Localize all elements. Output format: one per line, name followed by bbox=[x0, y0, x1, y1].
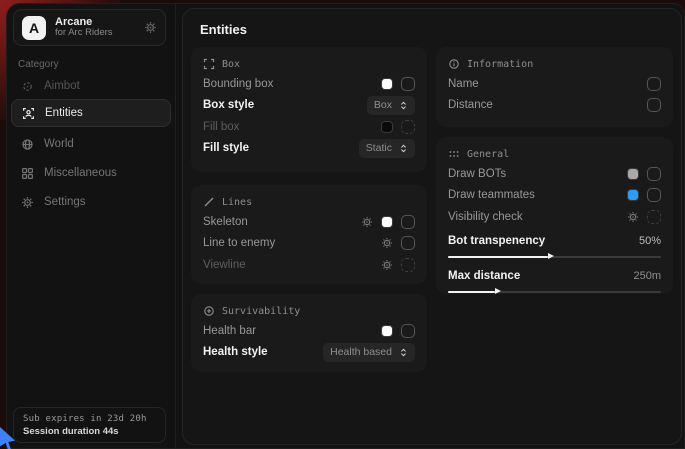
app-logo-card: A Arcane for Arc Riders bbox=[13, 9, 166, 46]
bot-transparency-slider-group: Bot transpenency 50% bbox=[448, 232, 661, 258]
row-fill-box: Fill box bbox=[203, 116, 415, 138]
health-style-dropdown[interactable]: Health based bbox=[323, 343, 415, 362]
sidebar-item-settings[interactable]: Settings bbox=[11, 188, 171, 216]
gear-icon[interactable] bbox=[381, 237, 393, 249]
sidebar-item-miscellaneous[interactable]: Miscellaneous bbox=[11, 159, 171, 187]
row-health-style: Health style Health based bbox=[203, 342, 415, 364]
slider-thumb[interactable] bbox=[548, 253, 554, 259]
panel-title: Survivability bbox=[222, 306, 300, 317]
bot-transparency-slider[interactable] bbox=[448, 256, 661, 258]
sidebar-item-label: World bbox=[44, 138, 74, 150]
color-swatch[interactable] bbox=[627, 168, 639, 180]
row-name: Name bbox=[448, 73, 661, 95]
panel-title: General bbox=[467, 149, 509, 160]
sidebar-item-aimbot[interactable]: Aimbot bbox=[11, 72, 171, 100]
color-swatch[interactable] bbox=[381, 325, 393, 337]
gear-icon[interactable] bbox=[361, 216, 373, 228]
gear-icon[interactable] bbox=[627, 211, 639, 223]
app-logo: A bbox=[22, 16, 46, 40]
max-distance-slider[interactable] bbox=[448, 291, 661, 293]
slider-label: Bot transpenency bbox=[448, 235, 545, 247]
row-line-to-enemy: Line to enemy bbox=[203, 233, 415, 255]
row-bounding-box: Bounding box bbox=[203, 73, 415, 95]
box-corners-icon bbox=[203, 58, 215, 70]
row-distance: Distance bbox=[448, 95, 661, 117]
sub-expiry-text: Sub expires in 23d 20h bbox=[23, 414, 156, 424]
row-draw-teammates: Draw teammates bbox=[448, 185, 661, 207]
row-visibility-check: Visibility check bbox=[448, 206, 661, 228]
slider-thumb[interactable] bbox=[495, 288, 501, 294]
name-checkbox[interactable] bbox=[647, 77, 661, 91]
color-swatch[interactable] bbox=[381, 78, 393, 90]
fill-box-checkbox[interactable] bbox=[401, 120, 415, 134]
skeleton-checkbox[interactable] bbox=[401, 215, 415, 229]
gear-icon[interactable] bbox=[144, 21, 157, 34]
color-swatch[interactable] bbox=[627, 189, 639, 201]
max-distance-slider-group: Max distance 250m bbox=[448, 267, 661, 293]
general-icon bbox=[448, 148, 460, 160]
color-swatch[interactable] bbox=[381, 216, 393, 228]
info-icon bbox=[448, 58, 460, 70]
gear-icon[interactable] bbox=[381, 259, 393, 271]
slider-value: 250m bbox=[633, 270, 661, 282]
panel-box: Box Bounding box Box style Box Fill box bbox=[191, 47, 427, 172]
slider-label: Max distance bbox=[448, 270, 520, 282]
main-content: Entities Box Bounding box Box style Box bbox=[182, 8, 682, 445]
app-window: A Arcane for Arc Riders Category Aimbot … bbox=[6, 3, 685, 449]
bounding-box-checkbox[interactable] bbox=[401, 77, 415, 91]
sidebar-item-label: Entities bbox=[45, 107, 83, 119]
chevron-updown-icon bbox=[399, 144, 408, 153]
survivability-icon bbox=[203, 305, 215, 317]
draw-bots-checkbox[interactable] bbox=[647, 167, 661, 181]
subscription-info-card: Sub expires in 23d 20h Session duration … bbox=[13, 407, 166, 443]
row-health-bar: Health bar bbox=[203, 320, 415, 342]
sidebar: A Arcane for Arc Riders Category Aimbot … bbox=[7, 4, 176, 448]
row-fill-style: Fill style Static bbox=[203, 138, 415, 160]
sidebar-item-label: Settings bbox=[44, 196, 86, 208]
grid-icon bbox=[21, 167, 34, 180]
entities-icon bbox=[22, 107, 35, 120]
sidebar-item-label: Aimbot bbox=[44, 80, 80, 92]
panel-title: Lines bbox=[222, 197, 252, 208]
app-tagline: for Arc Riders bbox=[55, 28, 135, 39]
distance-checkbox[interactable] bbox=[647, 98, 661, 112]
row-box-style: Box style Box bbox=[203, 95, 415, 117]
panel-title: Information bbox=[467, 59, 533, 70]
panel-general: General Draw BOTs Draw teammates Visibil… bbox=[436, 137, 673, 294]
health-bar-checkbox[interactable] bbox=[401, 324, 415, 338]
category-label: Category bbox=[18, 59, 59, 70]
panel-title: Box bbox=[222, 59, 240, 70]
chevron-updown-icon bbox=[399, 101, 408, 110]
row-viewline: Viewline bbox=[203, 254, 415, 276]
draw-teammates-checkbox[interactable] bbox=[647, 188, 661, 202]
crosshair-icon bbox=[21, 80, 34, 93]
page-title: Entities bbox=[200, 22, 247, 37]
session-duration-text: Session duration 44s bbox=[23, 426, 156, 437]
color-swatch[interactable] bbox=[381, 121, 393, 133]
box-style-dropdown[interactable]: Box bbox=[367, 96, 415, 115]
slider-value: 50% bbox=[639, 235, 661, 247]
line-icon bbox=[203, 196, 215, 208]
gear-icon bbox=[21, 196, 34, 209]
row-draw-bots: Draw BOTs bbox=[448, 163, 661, 185]
visibility-check-checkbox[interactable] bbox=[647, 210, 661, 224]
line-to-enemy-checkbox[interactable] bbox=[401, 236, 415, 250]
sidebar-item-world[interactable]: World bbox=[11, 130, 171, 158]
sidebar-item-entities[interactable]: Entities bbox=[11, 99, 171, 127]
fill-style-dropdown[interactable]: Static bbox=[359, 139, 415, 158]
panel-information: Information Name Distance bbox=[436, 47, 673, 127]
row-skeleton: Skeleton bbox=[203, 211, 415, 233]
panel-survivability: Survivability Health bar Health style He… bbox=[191, 294, 427, 372]
viewline-checkbox[interactable] bbox=[401, 258, 415, 272]
chevron-updown-icon bbox=[399, 348, 408, 357]
globe-icon bbox=[21, 138, 34, 151]
panel-lines: Lines Skeleton Line to enemy Viewline bbox=[191, 185, 427, 284]
sidebar-item-label: Miscellaneous bbox=[44, 167, 117, 179]
